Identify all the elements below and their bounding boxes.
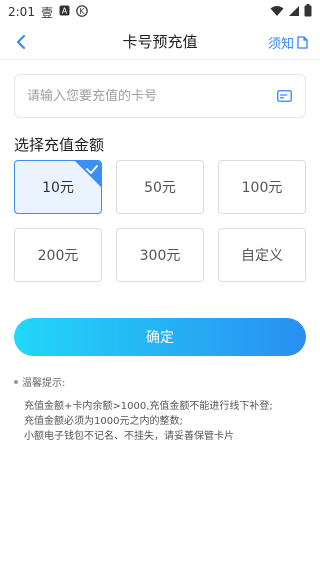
- document-icon: [297, 36, 308, 49]
- notification-glyph: 壹: [40, 5, 53, 20]
- tip-line: 充值金额必须为1000元之内的整数;: [24, 416, 183, 427]
- card-icon[interactable]: [275, 87, 293, 105]
- amount-grid: 10元 50元 100元 200元 300元 自定义: [14, 160, 306, 282]
- bullet-dot-icon: [14, 379, 18, 384]
- k-circle-icon: K: [76, 4, 88, 20]
- tips-title: 温馨提示:: [14, 374, 306, 389]
- amount-label: 300元: [139, 248, 181, 264]
- amount-option-custom[interactable]: 自定义: [218, 228, 306, 282]
- amount-option-100[interactable]: 100元: [218, 160, 306, 214]
- notice-label: 须知: [267, 37, 294, 52]
- signal-icon: [288, 5, 300, 20]
- amount-label: 100元: [241, 180, 283, 196]
- amount-label: 200元: [37, 248, 79, 264]
- a-badge-icon: A: [59, 5, 70, 19]
- status-bar: 2:01 壹 A K: [0, 0, 320, 24]
- svg-text:K: K: [80, 7, 86, 16]
- page-title: 卡号预充值: [122, 33, 198, 51]
- svg-text:A: A: [62, 7, 68, 16]
- tip-line: 充值金额+卡内余额>1000,充值金额不能进行线下补登;: [24, 401, 273, 412]
- notice-button[interactable]: 须知: [268, 33, 308, 52]
- card-number-field[interactable]: [14, 74, 306, 118]
- main-content: 选择充值金额 10元 50元 100元 200元 300元 自定义 确定 温馨提…: [0, 60, 320, 568]
- amount-option-200[interactable]: 200元: [14, 228, 102, 282]
- checkmark-corner-icon: [75, 161, 101, 187]
- amount-option-300[interactable]: 300元: [116, 228, 204, 282]
- confirm-button[interactable]: 确定: [14, 318, 306, 356]
- amount-option-50[interactable]: 50元: [116, 160, 204, 214]
- status-right: [270, 4, 312, 20]
- card-number-input[interactable]: [27, 88, 275, 104]
- confirm-label: 确定: [146, 330, 174, 346]
- tips-section: 温馨提示: 充值金额+卡内余额>1000,充值金额不能进行线下补登; 充值金额必…: [14, 374, 306, 444]
- amount-label: 自定义: [241, 248, 283, 264]
- chevron-left-icon: [17, 35, 25, 49]
- tips-title-text: 温馨提示:: [22, 378, 66, 389]
- back-button[interactable]: [10, 31, 32, 53]
- status-left: 2:01 壹 A K: [8, 4, 88, 21]
- section-title: 选择充值金额: [14, 136, 105, 154]
- nav-bar: 卡号预充值 须知: [0, 24, 320, 60]
- tip-line: 小额电子钱包不记名、不挂失，请妥善保管卡片: [24, 431, 234, 442]
- status-time: 2:01: [8, 5, 35, 19]
- amount-label: 50元: [144, 180, 176, 196]
- amount-option-10[interactable]: 10元: [14, 160, 102, 214]
- battery-icon: [304, 4, 312, 20]
- amount-label: 10元: [42, 180, 74, 196]
- wifi-icon: [270, 5, 284, 20]
